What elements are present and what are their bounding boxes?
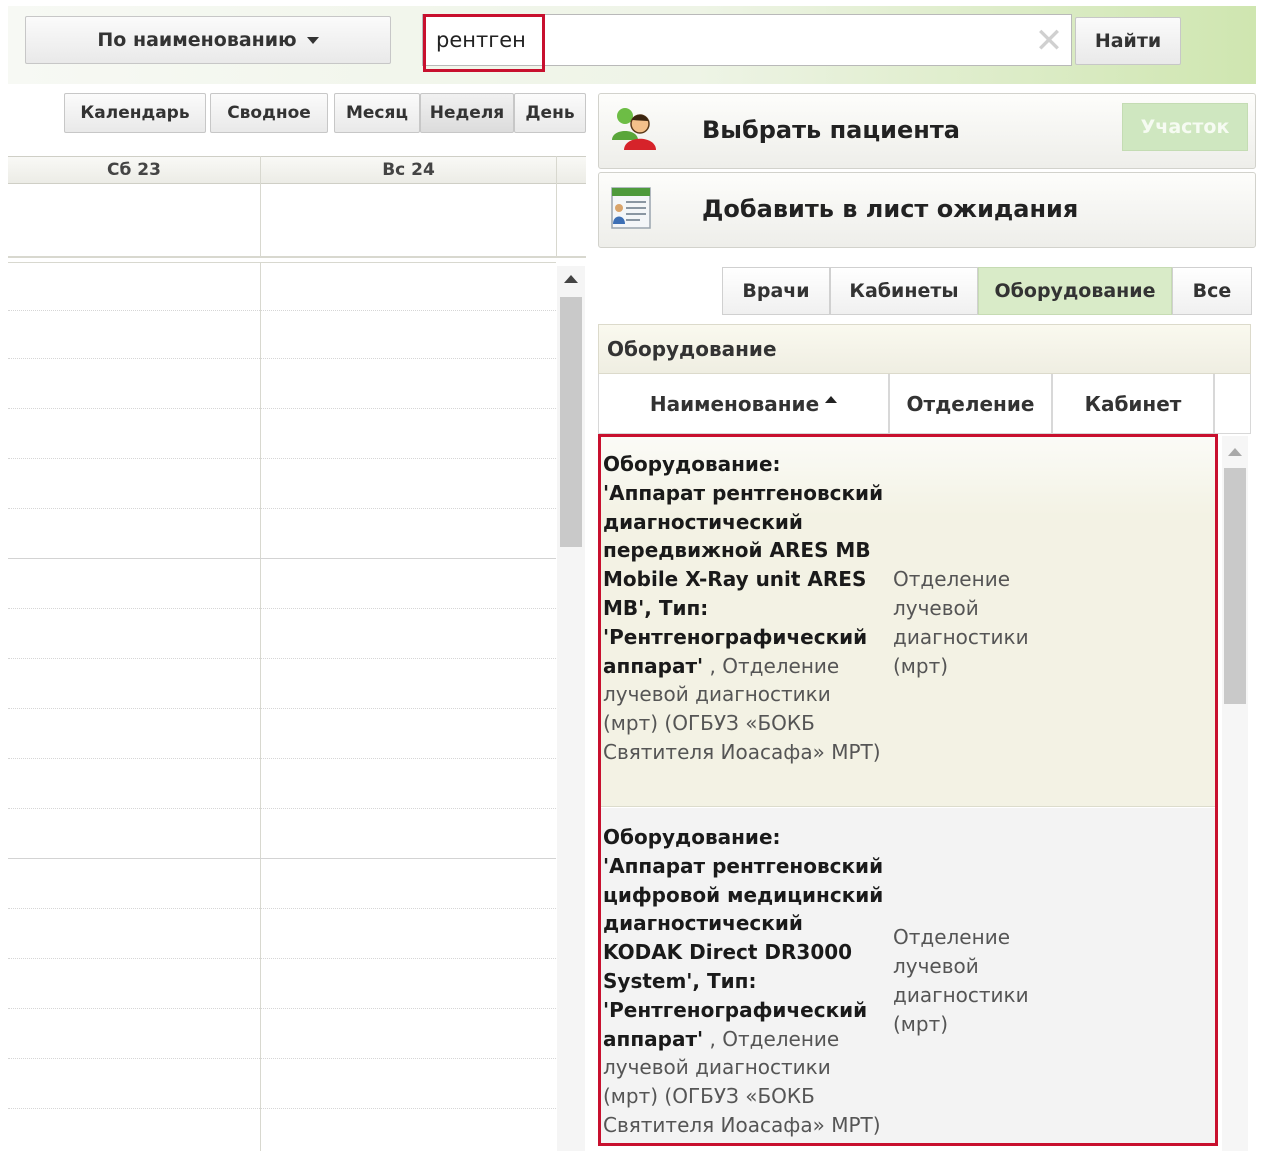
time-slot-line bbox=[8, 708, 556, 709]
day-header-sat: Сб 23 bbox=[107, 160, 161, 180]
time-slot-line bbox=[8, 808, 556, 809]
time-slot-line bbox=[8, 758, 556, 759]
tab-all[interactable]: Все bbox=[1172, 267, 1252, 315]
time-slot-line bbox=[8, 408, 556, 409]
day-header-sun: Вс 24 bbox=[382, 160, 435, 180]
view-summary-button[interactable]: Сводное bbox=[210, 93, 328, 133]
search-mode-dropdown[interactable]: По наименованию bbox=[25, 16, 391, 64]
patient-users-icon bbox=[612, 108, 656, 150]
search-mode-label: По наименованию bbox=[97, 29, 297, 51]
grid-divider bbox=[260, 156, 261, 258]
tab-doctors[interactable]: Врачи bbox=[722, 267, 830, 315]
view-week-button[interactable]: Неделя bbox=[420, 93, 514, 133]
time-slot-line bbox=[8, 908, 556, 909]
time-slot-line bbox=[8, 658, 556, 659]
column-header-name[interactable]: Наименование bbox=[598, 374, 889, 434]
scroll-up-arrow-icon[interactable] bbox=[1228, 448, 1242, 456]
add-waitlist-label: Добавить в лист ожидания bbox=[702, 195, 1079, 223]
time-slot-line bbox=[8, 558, 556, 559]
view-calendar-button[interactable]: Календарь bbox=[64, 93, 206, 133]
view-day-button[interactable]: День bbox=[514, 93, 586, 133]
equipment-name-cell: Оборудование: 'Аппарат рентгеновский диа… bbox=[603, 450, 888, 767]
clear-icon[interactable]: ✕ bbox=[1033, 21, 1065, 61]
time-slot-line bbox=[8, 608, 556, 609]
calendar-scrollbar-thumb[interactable] bbox=[560, 297, 582, 547]
waitlist-icon bbox=[611, 187, 651, 229]
sort-ascending-icon bbox=[825, 396, 838, 403]
time-slot-line bbox=[8, 310, 556, 311]
department-cell: Отделение лучевой диагностики (мрт) bbox=[893, 567, 1029, 678]
grid-divider bbox=[260, 262, 261, 1151]
uchastok-button[interactable]: Участок bbox=[1122, 103, 1248, 151]
calendar-time-grid[interactable] bbox=[8, 262, 556, 1151]
column-header-department[interactable]: Отделение bbox=[889, 374, 1052, 434]
view-month-button[interactable]: Месяц bbox=[334, 93, 420, 133]
time-slot-line bbox=[8, 858, 556, 859]
equipment-list-scrollbar-thumb[interactable] bbox=[1224, 468, 1246, 704]
calendar-allday-row[interactable] bbox=[8, 184, 586, 258]
time-slot-line bbox=[8, 1008, 556, 1009]
equipment-section-title: Оборудование bbox=[598, 324, 1251, 374]
grid-divider bbox=[556, 156, 557, 258]
time-slot-line bbox=[8, 958, 556, 959]
time-slot-line bbox=[8, 1108, 556, 1109]
scroll-up-arrow-icon[interactable] bbox=[564, 275, 578, 283]
column-header-cabinet[interactable]: Кабинет bbox=[1052, 374, 1214, 434]
column-header-name-label: Наименование bbox=[649, 391, 820, 416]
time-slot-line bbox=[8, 508, 556, 509]
chevron-down-icon bbox=[306, 36, 319, 44]
time-slot-line bbox=[8, 358, 556, 359]
tab-equipment[interactable]: Оборудование bbox=[978, 267, 1172, 315]
equipment-name-text: Оборудование: 'Аппарат рентгеновский циф… bbox=[603, 825, 884, 1051]
time-slot-line bbox=[8, 458, 556, 459]
find-button[interactable]: Найти bbox=[1075, 17, 1181, 65]
equipment-name-cell: Оборудование: 'Аппарат рентгеновский циф… bbox=[603, 823, 888, 1140]
column-header-spacer bbox=[1214, 374, 1251, 434]
select-patient-label: Выбрать пациента bbox=[702, 116, 960, 144]
equipment-name-text: Оборудование: 'Аппарат рентгеновский диа… bbox=[603, 452, 884, 678]
tab-cabinets[interactable]: Кабинеты bbox=[830, 267, 978, 315]
time-slot-line bbox=[8, 1058, 556, 1059]
department-cell: Отделение лучевой диагностики (мрт) bbox=[893, 925, 1029, 1036]
search-input[interactable] bbox=[426, 17, 1026, 63]
